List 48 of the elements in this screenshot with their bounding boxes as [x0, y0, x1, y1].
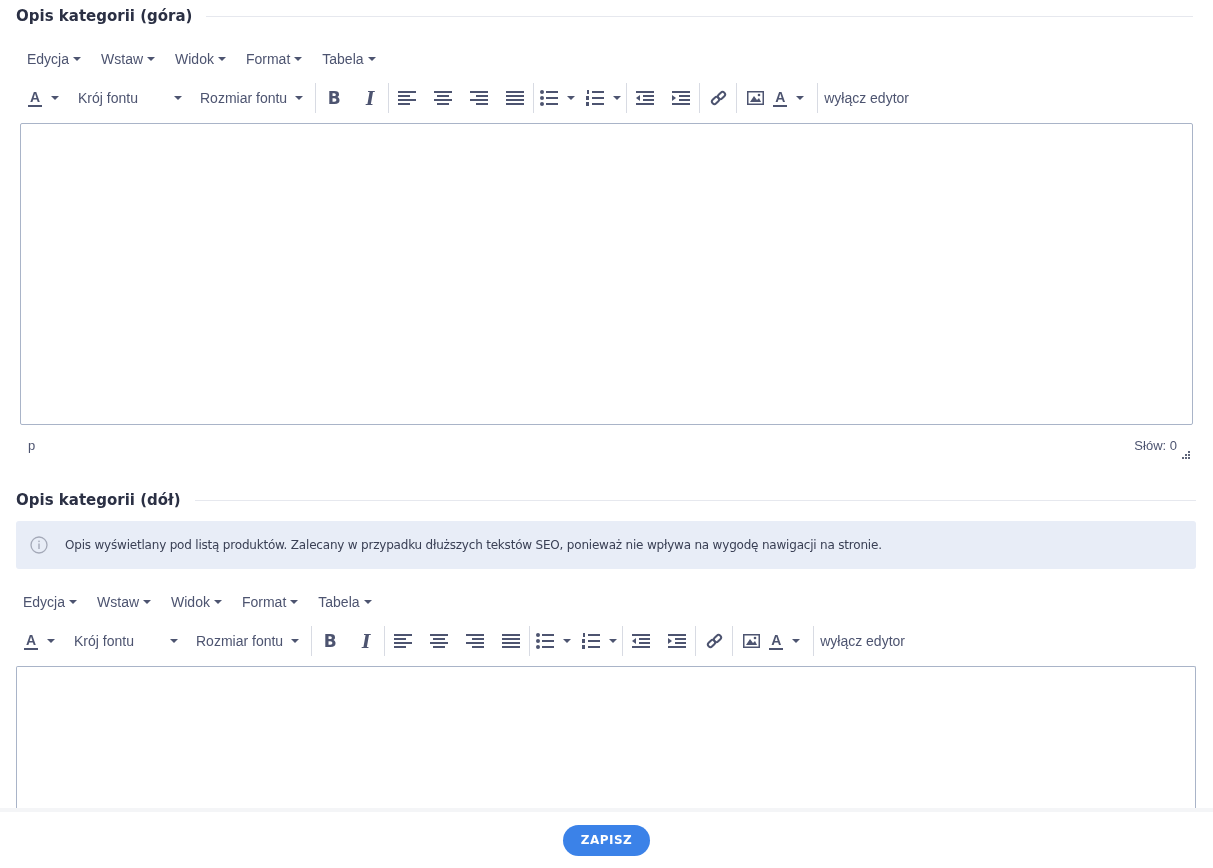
align-right-icon	[470, 91, 489, 105]
background-color-button[interactable]: A	[773, 83, 818, 113]
bullet-list-icon	[535, 633, 554, 649]
align-left-icon	[398, 91, 417, 105]
indent-icon	[668, 634, 687, 648]
menu-item[interactable]: Tabela	[318, 594, 372, 610]
menu-item[interactable]: Format	[241, 594, 299, 610]
menu-item[interactable]: Widok	[175, 51, 226, 67]
menu-item[interactable]: Format	[245, 51, 303, 67]
word-count: Słów: 0	[1134, 437, 1177, 453]
outdent-icon	[632, 634, 651, 648]
menu-item[interactable]: Tabela	[322, 51, 376, 67]
menu-item[interactable]: Wstaw	[97, 594, 152, 610]
save-button[interactable]: ZAPISZ	[562, 824, 651, 856]
align-center-icon	[430, 634, 449, 648]
toggle-editor-button[interactable]: wyłącz edytor	[814, 626, 911, 656]
font-family-dropdown[interactable]: Krój fontu	[74, 626, 178, 656]
bullet-list-icon	[539, 90, 558, 106]
outdent-icon	[636, 91, 655, 105]
toggle-editor-button[interactable]: wyłącz edytor	[818, 83, 915, 113]
menu-item[interactable]: Edycja	[27, 51, 82, 67]
menu-item[interactable]: Widok	[171, 594, 222, 610]
font-size-dropdown[interactable]: Rozmiar fontu	[200, 83, 304, 113]
numbered-list-icon	[581, 633, 600, 649]
info-text: Opis wyświetlany pod listą produktów. Zalecany w przypadku dłuższych tekstów SEO, ponieważ nie wpływa na wygodę nawigacji na stronie.	[65, 538, 882, 552]
italic-button[interactable]: I	[352, 83, 389, 113]
justify-icon	[506, 91, 525, 105]
justify-icon	[502, 634, 521, 648]
text-color-button[interactable]: A	[28, 83, 72, 113]
font-family-dropdown[interactable]: Krój fontu	[78, 83, 182, 113]
text-color-button[interactable]: A	[24, 626, 68, 656]
resize-handle-icon[interactable]	[1182, 451, 1190, 459]
background-color-button[interactable]: A	[769, 626, 814, 656]
menu-item[interactable]: Wstaw	[101, 51, 156, 67]
info-icon	[30, 536, 48, 554]
section-title: Opis kategorii (dół)	[16, 491, 181, 509]
bold-button[interactable]: B	[316, 83, 353, 113]
align-left-icon	[394, 634, 413, 648]
element-path: p	[28, 437, 36, 453]
align-right-icon	[466, 634, 485, 648]
italic-button[interactable]: I	[348, 626, 385, 656]
section-title: Opis kategorii (góra)	[16, 7, 193, 25]
bold-button[interactable]: B	[312, 626, 349, 656]
numbered-list-icon	[585, 90, 604, 106]
indent-icon	[672, 91, 691, 105]
menu-item[interactable]: Edycja	[23, 594, 78, 610]
align-center-icon	[434, 91, 453, 105]
font-size-dropdown[interactable]: Rozmiar fontu	[196, 626, 300, 656]
